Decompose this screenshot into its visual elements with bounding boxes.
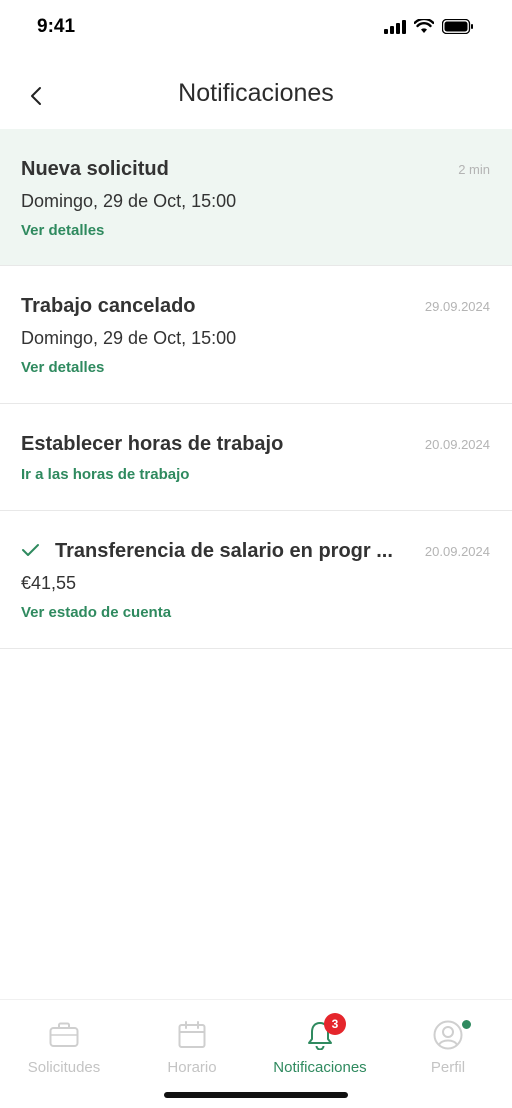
- notification-list: Nueva solicitud 2 min Domingo, 29 de Oct…: [0, 129, 512, 649]
- navigation-bar: Notificaciones: [0, 60, 512, 130]
- tab-label: Solicitudes: [27, 1059, 101, 1076]
- notification-date: 29.09.2024: [424, 299, 490, 314]
- tab-label: Perfil: [430, 1059, 466, 1076]
- tab-solicitudes[interactable]: Solicitudes: [0, 1018, 128, 1076]
- briefcase-icon: [0, 1018, 128, 1052]
- notification-title: Trabajo cancelado: [21, 295, 196, 317]
- status-bar: 9:41: [0, 0, 512, 58]
- status-time: 9:41: [37, 16, 76, 37]
- notification-title: Transferencia de salario en progr ...: [55, 540, 393, 562]
- check-icon: [21, 539, 41, 563]
- notification-amount: €41,55: [21, 573, 77, 593]
- notification-card[interactable]: Nueva solicitud 2 min Domingo, 29 de Oct…: [0, 129, 512, 266]
- tab-label: Notificaciones: [273, 1059, 367, 1076]
- profile-icon: [384, 1018, 512, 1052]
- battery-icon: [442, 19, 473, 34]
- status-icons: [384, 19, 474, 34]
- tab-horario[interactable]: Horario: [128, 1018, 256, 1076]
- notification-count-badge: 3: [324, 1013, 346, 1035]
- online-status-dot: [460, 1018, 473, 1031]
- wifi-icon: [414, 19, 434, 33]
- notification-title: Nueva solicitud: [21, 158, 169, 180]
- notification-card[interactable]: Establecer horas de trabajo 20.09.2024 I…: [0, 404, 512, 511]
- notification-subtitle: Domingo, 29 de Oct, 15:00: [21, 328, 237, 348]
- notification-card[interactable]: Trabajo cancelado 29.09.2024 Domingo, 29…: [0, 266, 512, 404]
- tab-bar: Solicitudes Horario 3 Notificaciones Per…: [0, 999, 512, 1108]
- notification-title: Establecer horas de trabajo: [21, 433, 284, 455]
- home-indicator: [164, 1092, 348, 1098]
- notification-date: 20.09.2024: [424, 437, 490, 452]
- tab-label: Horario: [167, 1059, 217, 1076]
- notification-subtitle: Domingo, 29 de Oct, 15:00: [21, 191, 237, 211]
- tab-perfil[interactable]: Perfil: [384, 1018, 512, 1076]
- notification-card[interactable]: Transferencia de salario en progr ... 20…: [0, 511, 512, 649]
- page-title: Notificaciones: [178, 79, 334, 107]
- bell-icon: 3: [256, 1013, 384, 1052]
- notification-title-row: Transferencia de salario en progr ...: [21, 539, 401, 563]
- calendar-icon: [128, 1018, 256, 1052]
- notification-date: 2 min: [458, 162, 490, 177]
- work-hours-link[interactable]: Ir a las horas de trabajo: [21, 465, 189, 485]
- signal-icon: [384, 19, 406, 34]
- notification-date: 20.09.2024: [424, 544, 490, 559]
- view-details-link[interactable]: Ver detalles: [21, 221, 104, 241]
- account-status-link[interactable]: Ver estado de cuenta: [21, 603, 171, 623]
- view-details-link[interactable]: Ver detalles: [21, 358, 104, 378]
- tab-notificaciones[interactable]: 3 Notificaciones: [256, 1013, 384, 1076]
